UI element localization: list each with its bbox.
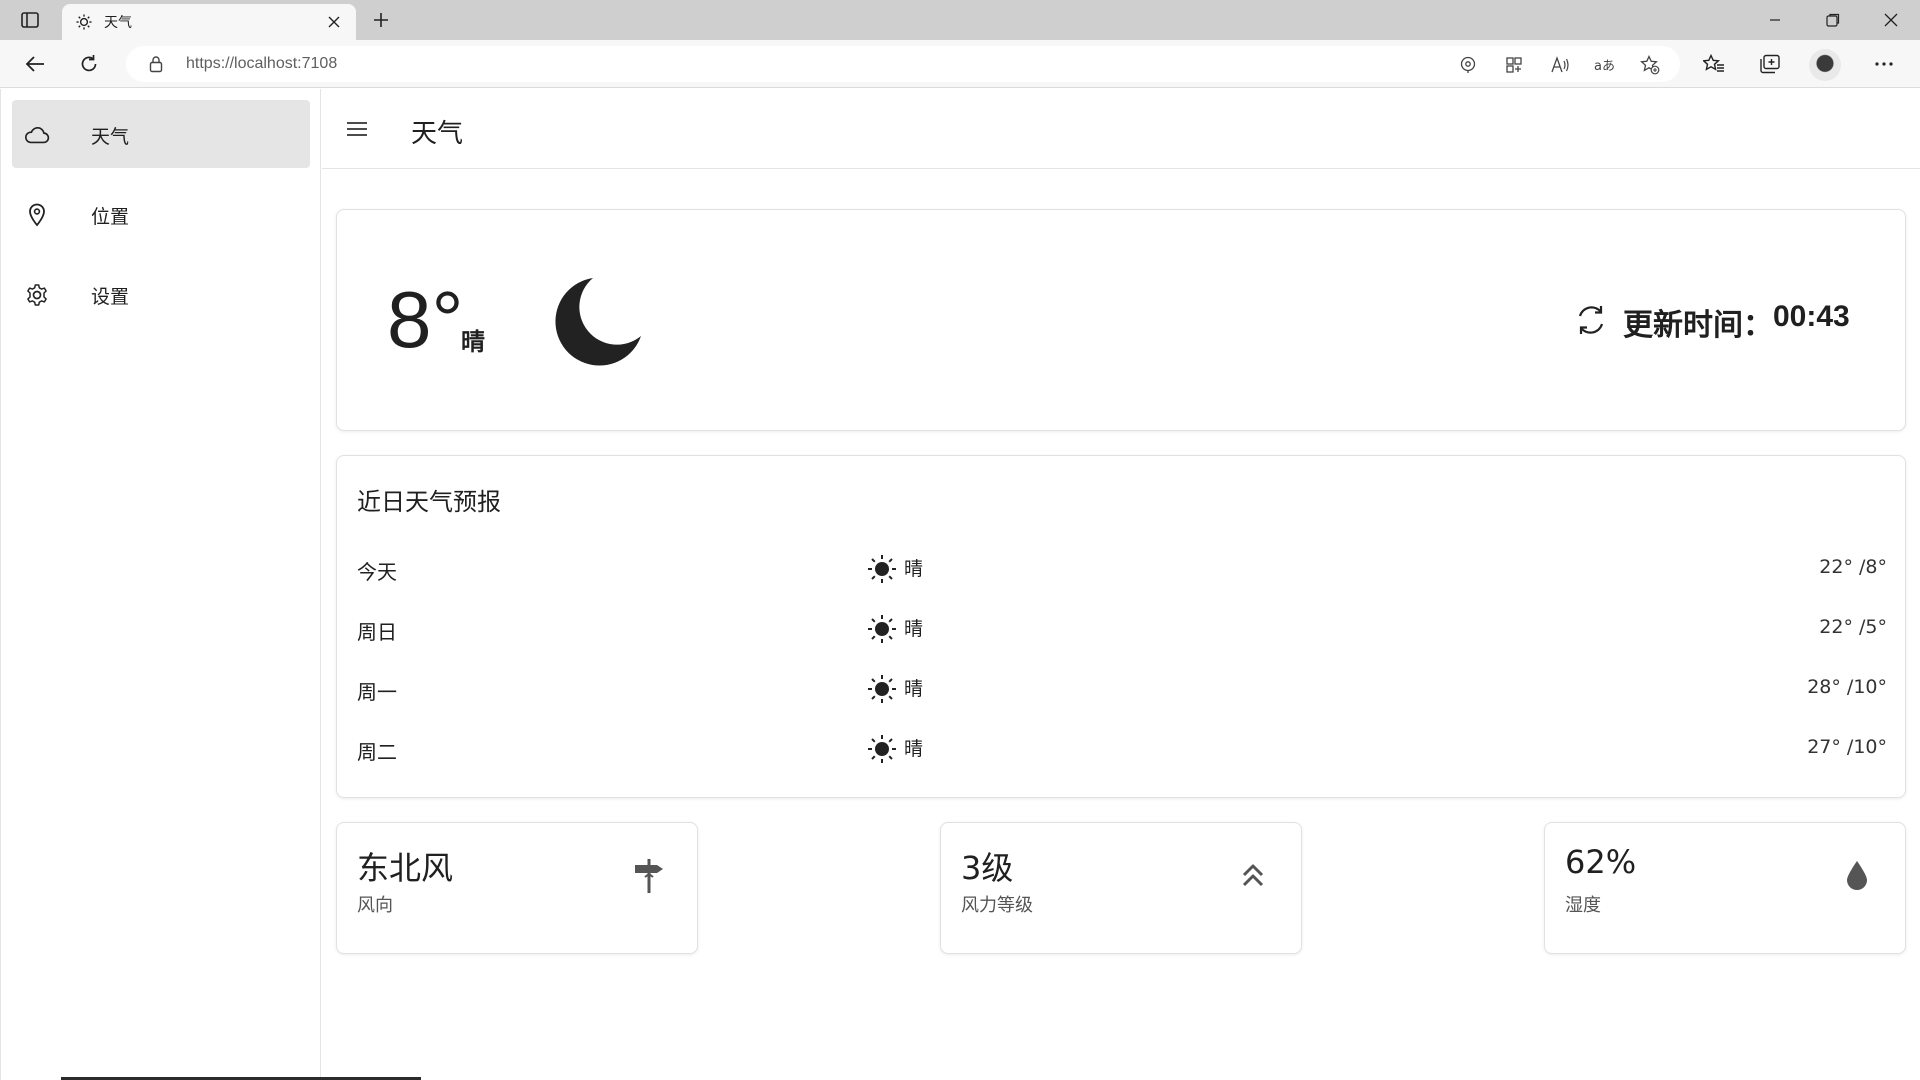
forecast-temps: 28° /10°: [1807, 676, 1887, 698]
cloud-icon: [24, 122, 50, 148]
forecast-day: 周一: [357, 680, 397, 704]
current-weather-card: 8° 晴 更新时间： 00:43: [336, 209, 1906, 431]
svg-text:aあ: aあ: [1594, 59, 1615, 74]
humidity-drop-icon: [1835, 853, 1879, 897]
update-time-value: 00:43: [1773, 300, 1850, 333]
tab-close-icon[interactable]: [324, 12, 344, 32]
sun-icon: [868, 555, 896, 583]
browser-tab[interactable]: 天气: [62, 4, 356, 40]
forecast-condition: 晴: [904, 738, 924, 760]
forecast-temps: 27° /10°: [1807, 736, 1887, 758]
update-time-label: 更新时间：: [1623, 308, 1773, 343]
location-icon[interactable]: [1457, 54, 1479, 76]
address-bar[interactable]: https://localhost:7108 aあ: [126, 46, 1680, 82]
sun-icon: [74, 12, 94, 32]
forecast-row: 周一 晴 28° /10°: [337, 668, 1907, 708]
moon-icon: [555, 278, 641, 366]
stat-value: 62%: [1565, 843, 1637, 881]
wind-level-card: 3级 风力等级: [940, 822, 1302, 954]
close-window-icon[interactable]: [1868, 4, 1914, 36]
add-favorite-icon[interactable]: [1639, 54, 1661, 76]
restore-icon[interactable]: [1810, 4, 1856, 36]
stat-label: 风力等级: [961, 895, 1033, 916]
current-temperature: 8°: [387, 275, 464, 364]
menu-icon[interactable]: [344, 117, 370, 141]
refresh-icon[interactable]: [1573, 302, 1609, 338]
apps-icon[interactable]: [1503, 54, 1525, 76]
forecast-day: 周二: [357, 740, 397, 764]
stat-label: 湿度: [1565, 895, 1601, 916]
lock-icon[interactable]: [146, 54, 166, 74]
sun-icon: [868, 675, 896, 703]
new-tab-icon[interactable]: [368, 8, 394, 32]
collections-icon[interactable]: [1753, 48, 1787, 80]
profile-avatar[interactable]: [1809, 49, 1841, 81]
forecast-row: 今天 晴 22° /8°: [337, 548, 1907, 588]
app-header: 天气: [322, 89, 1920, 169]
forecast-day: 周日: [357, 620, 397, 644]
current-condition: 晴: [461, 328, 485, 356]
gear-icon: [24, 282, 50, 308]
browser-toolbar: https://localhost:7108 aあ: [0, 40, 1920, 88]
url-text[interactable]: https://localhost:7108: [186, 55, 337, 73]
page-content: 天气 位置 设置 天气 8° 晴 更新时间： 00:43 近日天气预报 今天 晴…: [0, 89, 1920, 1080]
forecast-temps: 22° /5°: [1819, 616, 1887, 638]
wind-direction-card: 东北风 风向: [336, 822, 698, 954]
minimize-icon[interactable]: [1752, 4, 1798, 36]
forecast-condition: 晴: [904, 618, 924, 640]
forecast-card: 近日天气预报 今天 晴 22° /8° 周日 晴 22° /5° 周一 晴 28…: [336, 455, 1906, 798]
forecast-temps: 22° /8°: [1819, 556, 1887, 578]
sidebar: 天气 位置 设置: [1, 89, 321, 1080]
sidebar-item-settings[interactable]: 设置: [12, 260, 310, 328]
browser-tab-bar: 天气: [0, 0, 1920, 40]
sun-icon: [868, 615, 896, 643]
wind-direction-icon: [627, 853, 671, 897]
forecast-condition: 晴: [904, 678, 924, 700]
back-icon[interactable]: [18, 48, 52, 80]
sidebar-item-weather[interactable]: 天气: [12, 100, 310, 168]
forecast-day: 今天: [357, 560, 397, 584]
humidity-card: 62% 湿度: [1544, 822, 1906, 954]
read-aloud-icon[interactable]: [1549, 54, 1571, 76]
forecast-title: 近日天气预报: [357, 488, 501, 516]
stat-value: 3级: [961, 849, 1014, 887]
stat-label: 风向: [357, 895, 393, 916]
favorites-icon[interactable]: [1697, 48, 1731, 80]
more-icon[interactable]: [1867, 48, 1901, 80]
stat-value: 东北风: [357, 849, 454, 887]
sun-icon: [868, 735, 896, 763]
sidebar-item-label: 位置: [91, 206, 130, 228]
location-pin-icon: [24, 202, 50, 228]
forecast-row: 周日 晴 22° /5°: [337, 608, 1907, 648]
sidebar-item-label: 天气: [91, 126, 130, 148]
page-title: 天气: [411, 119, 464, 149]
refresh-page-icon[interactable]: [72, 48, 106, 80]
sidebar-item-location[interactable]: 位置: [12, 180, 310, 248]
tab-title: 天气: [104, 15, 132, 31]
tab-actions-icon[interactable]: [16, 8, 44, 32]
sidebar-item-label: 设置: [91, 286, 130, 308]
forecast-condition: 晴: [904, 558, 924, 580]
wind-level-icon: [1231, 853, 1275, 897]
translate-icon[interactable]: aあ: [1594, 54, 1616, 76]
forecast-row: 周二 晴 27° /10°: [337, 728, 1907, 768]
